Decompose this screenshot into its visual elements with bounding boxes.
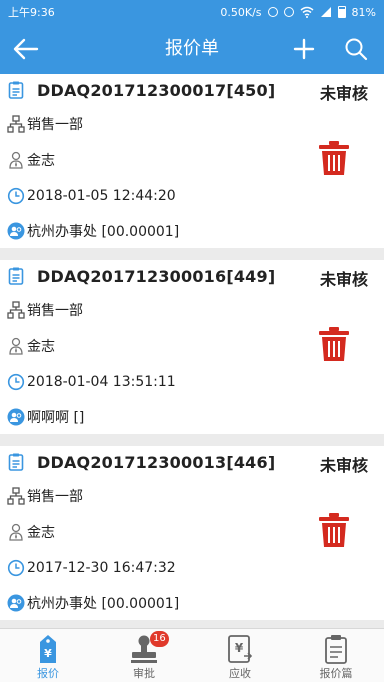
add-button[interactable] — [288, 33, 320, 65]
order-code: DDAQ201712300013[446] — [37, 452, 276, 472]
delete-button[interactable] — [318, 512, 350, 548]
salesperson: 金志 — [27, 153, 55, 169]
org-chart-icon — [7, 115, 25, 133]
document-icon — [7, 81, 25, 99]
document-icon — [7, 453, 25, 471]
app-bar: 报价单 — [0, 24, 384, 74]
department: 销售一部 — [27, 117, 83, 133]
wifi-icon — [300, 6, 314, 18]
org-chart-icon — [7, 301, 25, 319]
order-code: DDAQ201712300017[450] — [37, 80, 276, 100]
order-card[interactable]: DDAQ201712300013[446] 未审核 销售一部 金志 2017-1… — [0, 446, 384, 620]
svg-text:¥: ¥ — [235, 641, 244, 655]
order-card[interactable]: DDAQ201712300017[450] 未审核 销售一部 金志 2018-0… — [0, 74, 384, 248]
search-button[interactable] — [340, 33, 372, 65]
tab-quote-list[interactable]: 报价篇 — [288, 629, 384, 682]
person-icon — [7, 151, 25, 169]
receivable-icon: ¥ — [225, 633, 255, 665]
clipboard-icon — [321, 633, 351, 665]
clock-icon — [7, 559, 25, 577]
org-chart-icon — [7, 487, 25, 505]
customer-icon — [7, 594, 25, 612]
customer-icon — [7, 222, 25, 240]
signal-icon — [320, 7, 331, 17]
sync-icon — [283, 7, 294, 17]
arrow-left-icon — [13, 38, 39, 60]
tab-label: 审批 — [133, 667, 155, 680]
battery-icon — [337, 6, 346, 18]
price-tag-icon: ¥ — [33, 633, 63, 665]
network-speed: 0.50K/s — [220, 5, 262, 19]
back-button[interactable] — [10, 33, 42, 65]
tab-approval[interactable]: 16 审批 — [96, 629, 192, 682]
person-icon — [7, 523, 25, 541]
tab-label: 应收 — [229, 667, 251, 680]
order-datetime: 2017-12-30 16:47:32 — [27, 560, 176, 576]
status-bar: 上午9:36 0.50K/s 81% — [0, 0, 384, 24]
order-status: 未审核 — [319, 270, 368, 289]
department: 销售一部 — [27, 303, 83, 319]
salesperson: 金志 — [27, 339, 55, 355]
tab-label: 报价篇 — [319, 667, 353, 680]
tab-label: 报价 — [37, 667, 59, 680]
clock-icon — [7, 373, 25, 391]
customer-icon — [7, 408, 25, 426]
document-icon — [7, 267, 25, 285]
clock-icon — [7, 187, 25, 205]
battery-level: 81% — [351, 5, 376, 19]
order-datetime: 2018-01-04 13:51:11 — [27, 374, 176, 390]
tab-receivable[interactable]: ¥ 应收 — [192, 629, 288, 682]
search-icon — [345, 38, 368, 61]
order-status: 未审核 — [319, 456, 368, 475]
status-time: 上午9:36 — [8, 6, 55, 19]
order-status: 未审核 — [319, 84, 368, 103]
alarm-icon — [267, 7, 278, 17]
order-code: DDAQ201712300016[449] — [37, 266, 276, 286]
customer: 啊啊啊 [] — [27, 410, 85, 426]
plus-icon — [293, 38, 315, 60]
salesperson: 金志 — [27, 525, 55, 541]
approval-badge: 16 — [150, 631, 169, 647]
order-datetime: 2018-01-05 12:44:20 — [27, 188, 176, 204]
tab-quote[interactable]: ¥ 报价 — [0, 629, 96, 682]
customer: 杭州办事处 [00.00001] — [27, 224, 180, 240]
order-card[interactable]: DDAQ201712300016[449] 未审核 销售一部 金志 2018-0… — [0, 260, 384, 434]
delete-button[interactable] — [318, 326, 350, 362]
delete-button[interactable] — [318, 140, 350, 176]
svg-text:¥: ¥ — [44, 647, 52, 660]
customer: 杭州办事处 [00.00001] — [27, 596, 180, 612]
page-title: 报价单 — [165, 38, 219, 59]
bottom-tab-bar: ¥ 报价 16 审批 ¥ 应收 报价篇 — [0, 628, 384, 682]
person-icon — [7, 337, 25, 355]
department: 销售一部 — [27, 489, 83, 505]
